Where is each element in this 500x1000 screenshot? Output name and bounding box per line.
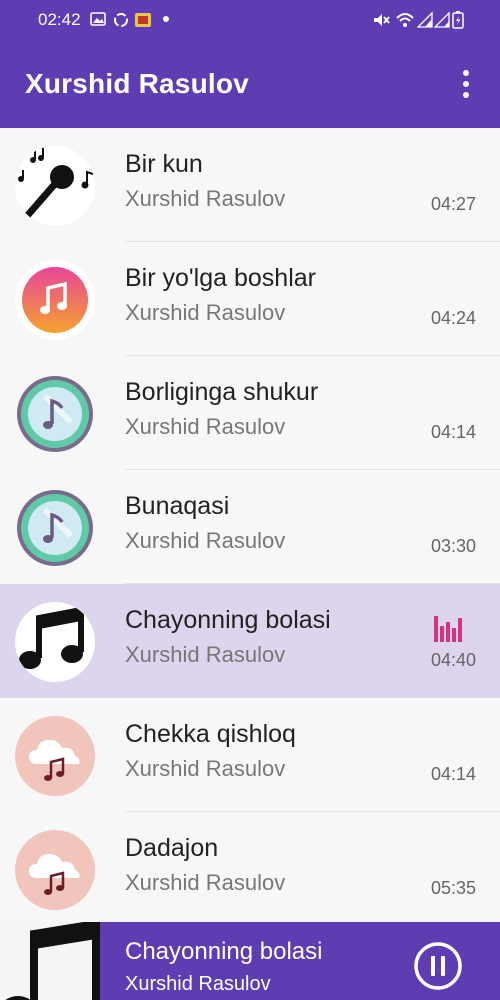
- sync-icon: [114, 13, 128, 27]
- battery-icon: [452, 11, 464, 29]
- song-title: Borliginga shukur: [125, 378, 319, 406]
- song-title: Bir kun: [125, 150, 203, 178]
- tv-app-icon: [135, 13, 151, 27]
- music-disc-icon: [15, 488, 95, 568]
- song-duration: 04:24: [430, 308, 476, 328]
- music-notes-icon: [15, 602, 95, 682]
- song-artist: Xurshid Rasulov: [125, 186, 286, 211]
- song-duration: 04:40: [430, 650, 476, 670]
- song-row[interactable]: Bir kun Xurshid Rasulov 04:27: [0, 128, 500, 242]
- song-duration: 05:35: [430, 878, 476, 898]
- song-title: Dadajon: [125, 834, 219, 862]
- karaoke-mic-icon: [15, 146, 95, 226]
- song-duration: 04:14: [430, 422, 476, 442]
- song-row[interactable]: Borliginga shukur Xurshid Rasulov 04:14: [0, 356, 500, 470]
- now-playing-music-notes-icon: [0, 922, 100, 1000]
- gallery-icon: [90, 12, 106, 26]
- song-artist: Xurshid Rasulov: [125, 756, 286, 781]
- mute-icon: [374, 14, 390, 26]
- song-duration: 04:14: [430, 764, 476, 784]
- song-artist: Xurshid Rasulov: [125, 642, 286, 667]
- status-time: 02:42: [38, 10, 81, 29]
- song-title: Chekka qishloq: [125, 720, 296, 748]
- song-title: Bir yo'lga boshlar: [125, 264, 316, 292]
- song-duration: 03:30: [430, 536, 476, 556]
- music-disc-icon: [15, 374, 95, 454]
- app-bar: Xurshid Rasulov: [0, 40, 500, 128]
- more-vert-icon[interactable]: [456, 68, 476, 100]
- song-artist: Xurshid Rasulov: [125, 528, 286, 553]
- song-row[interactable]: Dadajon Xurshid Rasulov 05:35: [0, 812, 500, 922]
- song-artist: Xurshid Rasulov: [125, 870, 286, 895]
- wifi-icon: [396, 13, 414, 27]
- now-playing-artist: Xurshid Rasulov: [125, 973, 271, 995]
- page-title: Xurshid Rasulov: [25, 68, 249, 99]
- now-playing-title: Chayonning bolasi: [125, 938, 323, 965]
- song-title: Chayonning bolasi: [125, 606, 331, 634]
- cloud-music-icon: [15, 830, 95, 910]
- notification-dot-icon: [163, 16, 169, 22]
- song-row[interactable]: Bunaqasi Xurshid Rasulov 03:30: [0, 470, 500, 584]
- song-artist: Xurshid Rasulov: [125, 300, 286, 325]
- song-duration: 04:27: [430, 194, 476, 214]
- song-artist: Xurshid Rasulov: [125, 414, 286, 439]
- now-playing-bar[interactable]: Chayonning bolasi Xurshid Rasulov: [0, 922, 500, 1000]
- equalizer-icon: [434, 616, 462, 642]
- signal-icon: [417, 11, 433, 28]
- pause-icon[interactable]: [413, 941, 463, 991]
- song-title: Bunaqasi: [125, 492, 230, 520]
- song-row[interactable]: Chekka qishloq Xurshid Rasulov 04:14: [0, 698, 500, 812]
- song-row[interactable]: Bir yo'lga boshlar Xurshid Rasulov 04:24: [0, 242, 500, 356]
- status-bar: 02:42: [0, 0, 500, 40]
- song-row-playing[interactable]: Chayonning bolasi Xurshid Rasulov 04:40: [0, 584, 500, 698]
- music-app-icon: [15, 260, 95, 340]
- song-list[interactable]: Bir kun Xurshid Rasulov 04:27 Bir yo'lga…: [0, 128, 500, 922]
- cloud-music-icon: [15, 716, 95, 796]
- signal-2-icon: [434, 11, 450, 28]
